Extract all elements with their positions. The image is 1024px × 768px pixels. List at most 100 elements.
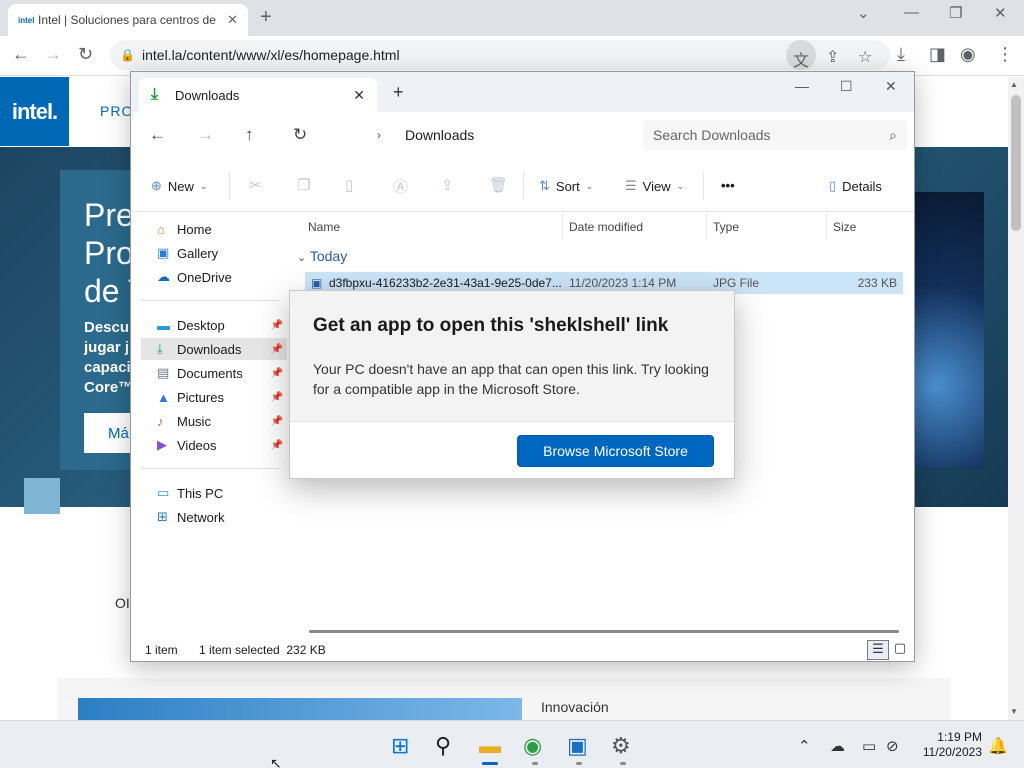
taskbar-clock[interactable]: 1:19 PM 11/20/2023 <box>912 730 982 760</box>
chevron-right-icon: › <box>377 128 381 142</box>
forward-arrow-icon[interactable]: → <box>44 44 62 65</box>
hero-para-line: Core™ <box>84 379 134 396</box>
column-separator[interactable] <box>826 214 827 240</box>
sidebar-item-documents[interactable]: ▤ Documents 📌 <box>141 362 287 384</box>
sidebar-item-downloads[interactable]: ⤓ Downloads 📌 <box>141 338 287 360</box>
page-scrollbar-thumb[interactable] <box>1011 95 1021 231</box>
column-separator[interactable] <box>706 214 707 240</box>
new-tab-button[interactable]: + <box>393 82 404 103</box>
back-arrow-icon[interactable]: ← <box>149 125 166 145</box>
pin-icon[interactable]: 📌 <box>271 440 283 451</box>
scroll-up-icon[interactable]: ▲ <box>1010 80 1018 89</box>
chrome-icon[interactable]: ◉ <box>523 733 542 759</box>
maximize-icon[interactable]: ☐ <box>840 78 853 95</box>
chrome-menu-icon[interactable]: ⋮ <box>996 44 1014 65</box>
view-button[interactable]: ☰ View ⌄ <box>625 178 684 194</box>
settings-gear-icon[interactable]: ⚙ <box>611 733 631 759</box>
close-window-icon[interactable]: ✕ <box>885 78 897 95</box>
chevron-up-icon[interactable]: ⌃ <box>798 737 811 755</box>
sidebar-item-music[interactable]: ♪ Music 📌 <box>141 410 287 432</box>
share-icon[interactable]: ⇪ <box>441 176 454 194</box>
cloud-offline-icon[interactable]: ☁ <box>830 737 845 755</box>
profile-avatar-icon[interactable]: ◉ <box>960 44 976 65</box>
notification-bell-icon[interactable]: 🔔 <box>988 736 1008 756</box>
sidebar-item-videos[interactable]: ▶ Videos 📌 <box>141 434 287 456</box>
scroll-down-icon[interactable]: ▼ <box>1010 707 1018 716</box>
share-icon[interactable]: ⇪ <box>826 47 839 67</box>
copy-icon[interactable]: ❐ <box>297 176 310 194</box>
bookmark-star-icon[interactable]: ☆ <box>858 47 872 67</box>
command-bar: ⊕ New ⌄ ✂ ❐ ▯ Ⓐ ⇪ 🗑 ⇅ Sort ⌄ ☰ View ⌄ ••… <box>131 158 914 212</box>
side-panel-icon[interactable]: ◨ <box>929 44 946 65</box>
file-date: 11/20/2023 1:14 PM <box>569 276 677 290</box>
refresh-icon[interactable]: ↻ <box>293 125 307 145</box>
windows-start-icon[interactable]: ⊞ <box>391 733 409 759</box>
tab-search-chevron-icon[interactable]: ⌄ <box>857 4 870 22</box>
sidebar-item-label: Desktop <box>177 317 225 333</box>
column-header-date[interactable]: Date modified <box>569 220 643 234</box>
rename-icon[interactable]: Ⓐ <box>393 176 408 197</box>
new-button[interactable]: ⊕ New ⌄ <box>151 178 207 194</box>
browse-microsoft-store-button[interactable]: Browse Microsoft Store <box>517 435 714 467</box>
pin-icon[interactable]: 📌 <box>271 320 283 331</box>
downloads-icon[interactable]: ⤓ <box>897 44 905 65</box>
paste-icon[interactable]: ▯ <box>345 176 353 194</box>
photos-app-icon[interactable]: ▣ <box>567 733 588 759</box>
explorer-tab-downloads[interactable]: ⤓ Downloads ✕ <box>139 78 377 112</box>
volume-muted-icon[interactable]: ⊘ <box>886 737 899 755</box>
pin-icon[interactable]: 📌 <box>271 416 283 427</box>
address-url: intel.la/content/www/xl/es/homepage.html <box>142 47 400 63</box>
address-breadcrumb[interactable]: › Downloads <box>331 120 629 150</box>
cut-icon[interactable]: ✂ <box>249 176 262 194</box>
column-separator[interactable] <box>562 214 563 240</box>
music-icon: ♪ <box>157 413 164 429</box>
address-bar[interactable]: 🔒 intel.la/content/www/xl/es/homepage.ht… <box>110 40 890 70</box>
column-header-name[interactable]: Name <box>308 220 340 234</box>
sidebar-item-pictures[interactable]: ▲ Pictures 📌 <box>141 386 287 408</box>
restore-icon[interactable]: ❐ <box>949 4 962 22</box>
close-tab-icon[interactable]: ✕ <box>227 12 238 28</box>
sidebar-item-onedrive[interactable]: ☁ OneDrive <box>141 266 287 288</box>
intel-logo[interactable]: intel. <box>0 77 69 146</box>
details-button[interactable]: ▯ Details <box>829 178 882 194</box>
reload-icon[interactable]: ↻ <box>78 44 93 65</box>
status-bar: 1 item 1 item selected 232 KB ☰ ▢ <box>131 640 914 662</box>
pin-icon[interactable]: 📌 <box>271 368 283 379</box>
forward-arrow-icon[interactable]: → <box>197 125 214 145</box>
close-window-icon[interactable]: ✕ <box>994 4 1007 22</box>
sort-button[interactable]: ⇅ Sort ⌄ <box>539 178 593 194</box>
search-icon[interactable]: ⚲ <box>435 733 451 759</box>
breadcrumb-current[interactable]: Downloads <box>405 127 474 143</box>
browser-tab-intel[interactable]: intel Intel | Soluciones para centros de… <box>8 4 248 36</box>
close-tab-icon[interactable]: ✕ <box>353 87 365 104</box>
sidebar-item-home[interactable]: ⌂ Home <box>141 218 287 240</box>
group-header-today[interactable]: ⌄ Today <box>297 248 347 264</box>
sidebar-item-network[interactable]: ⊞ Network <box>141 506 287 528</box>
details-view-icon[interactable]: ☰ <box>867 640 889 660</box>
innovation-heading: Innovación <box>541 699 609 715</box>
tiles-view-icon[interactable]: ▢ <box>889 640 911 660</box>
nav-products-link[interactable]: PRO <box>100 103 133 119</box>
hero-paragraph: Descu jugar j capaci Core™ <box>84 318 133 398</box>
search-input[interactable]: Search Downloads ⌕ <box>643 120 907 150</box>
delete-icon[interactable]: 🗑 <box>489 176 508 194</box>
minimize-icon[interactable]: — <box>904 4 919 21</box>
pin-icon[interactable]: 📌 <box>271 344 283 355</box>
hero-cta-button[interactable]: Má <box>84 413 134 453</box>
sidebar-item-desktop[interactable]: ▬ Desktop 📌 <box>141 314 287 336</box>
sidebar-item-this-pc[interactable]: ▭ This PC <box>141 482 287 504</box>
column-header-size[interactable]: Size <box>833 220 856 234</box>
sidebar-item-gallery[interactable]: ▣ Gallery <box>141 242 287 264</box>
up-arrow-icon[interactable]: ↑ <box>245 125 254 145</box>
column-header-type[interactable]: Type <box>713 220 739 234</box>
back-arrow-icon[interactable]: ← <box>12 44 30 65</box>
videos-icon: ▶ <box>157 437 167 452</box>
file-explorer-icon[interactable]: ▬ <box>479 733 501 759</box>
running-app-indicator <box>576 762 582 765</box>
minimize-icon[interactable]: — <box>795 78 809 94</box>
horizontal-scrollbar[interactable] <box>309 630 899 633</box>
pin-icon[interactable]: 📌 <box>271 392 283 403</box>
network-status-icon[interactable]: ▭ <box>862 737 876 755</box>
new-tab-button[interactable]: + <box>260 6 272 29</box>
more-options-button[interactable]: ••• <box>721 178 735 193</box>
